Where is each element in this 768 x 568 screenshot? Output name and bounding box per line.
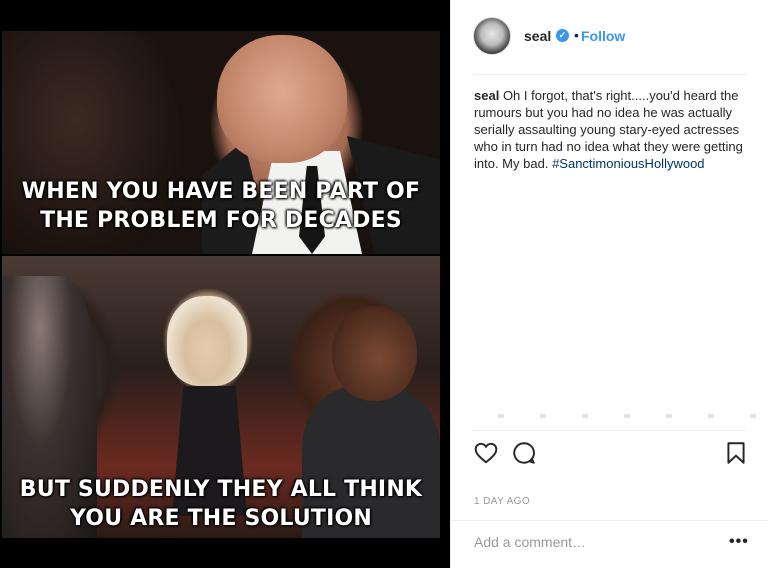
comment-icon[interactable]: [511, 440, 537, 466]
post-sidebar: seal ✓ • Follow seal Oh I forgot, that's…: [450, 0, 768, 568]
caption-comment: seal Oh I forgot, that's right.....you'd…: [474, 87, 754, 172]
post-header: seal ✓ • Follow: [451, 0, 768, 74]
divider: [451, 520, 768, 521]
bookmark-icon[interactable]: [723, 440, 749, 466]
post-media[interactable]: WHEN YOU HAVE BEEN PART OF THE PROBLEM F…: [0, 0, 450, 568]
meme-caption-top: WHEN YOU HAVE BEEN PART OF THE PROBLEM F…: [21, 179, 421, 233]
more-options-icon[interactable]: •••: [729, 533, 749, 551]
verified-badge-icon: ✓: [556, 29, 569, 42]
comment-author[interactable]: seal: [474, 88, 499, 103]
scroll-fade: [498, 414, 768, 418]
separator-dot: •: [574, 27, 579, 43]
avatar[interactable]: [473, 17, 511, 55]
divider: [473, 430, 747, 431]
username-link[interactable]: seal: [524, 28, 551, 44]
add-comment-input[interactable]: Add a comment…: [474, 534, 586, 550]
hashtag-link[interactable]: #SanctimoniousHollywood: [552, 156, 704, 171]
action-bar: [473, 440, 748, 468]
follow-button[interactable]: Follow: [581, 28, 625, 44]
meme-bottom-panel: BUT SUDDENLY THEY ALL THINK YOU ARE THE …: [2, 256, 440, 538]
photo-figure: [167, 296, 247, 386]
post-timestamp[interactable]: 1 DAY AGO: [474, 496, 530, 507]
heart-icon[interactable]: [473, 440, 499, 466]
photo-figure: [332, 306, 417, 401]
photo-figure: [217, 35, 347, 163]
meme-caption-bottom: BUT SUDDENLY THEY ALL THINK YOU ARE THE …: [19, 477, 423, 531]
divider: [473, 74, 747, 75]
meme-top-panel: WHEN YOU HAVE BEEN PART OF THE PROBLEM F…: [2, 31, 440, 254]
